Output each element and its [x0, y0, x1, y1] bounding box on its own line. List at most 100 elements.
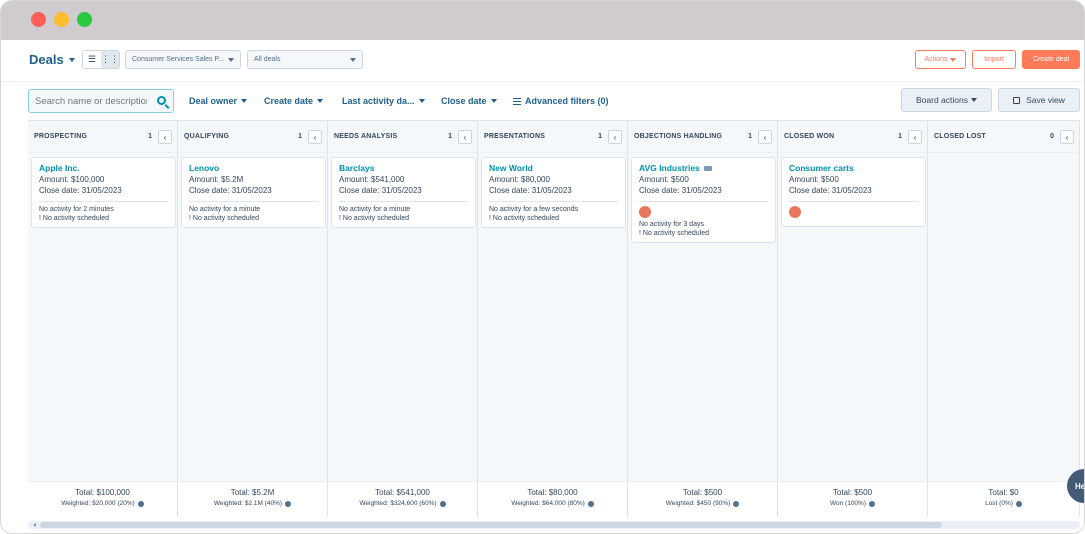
info-icon[interactable]: [587, 500, 594, 507]
column-header: PROSPECTING 1 ‹: [28, 121, 177, 153]
deal-name[interactable]: Consumer carts: [789, 163, 918, 173]
save-view-button[interactable]: Save view: [998, 88, 1080, 112]
scroll-left-icon[interactable]: [33, 523, 36, 527]
deals-title-dropdown[interactable]: Deals: [29, 52, 75, 67]
weighted-text: Weighted: $2.1M (40%): [213, 500, 283, 507]
close-window-button[interactable]: [31, 12, 46, 27]
board-actions-label: Board actions: [916, 95, 968, 105]
import-button[interactable]: Import: [972, 50, 1016, 69]
deal-owner-label: Deal owner: [189, 96, 238, 106]
view-select[interactable]: All deals: [247, 50, 363, 69]
minimize-window-button[interactable]: [54, 12, 69, 27]
column-weighted: Lost (0%): [928, 500, 1079, 507]
column-weighted: Weighted: $450 (90%): [628, 500, 777, 507]
collapse-column-button[interactable]: ‹: [1060, 130, 1074, 144]
actions-button[interactable]: Actions: [915, 50, 966, 69]
deal-amount: Amount: $541,000: [339, 175, 405, 184]
column-weighted: Weighted: $64,000 (80%): [478, 500, 627, 507]
deal-card[interactable]: New World Amount: $80,000 Close date: 31…: [481, 157, 626, 228]
import-label: Import: [984, 56, 1004, 63]
deal-name-text: Lenovo: [189, 163, 220, 173]
deal-name[interactable]: New World: [489, 163, 618, 173]
search-input[interactable]: [35, 95, 147, 107]
owner-avatar[interactable]: [789, 206, 801, 218]
top-bar: Deals ☰ ⋮⋮ Consumer Services Sales P... …: [1, 40, 1084, 82]
deal-card[interactable]: Barclays Amount: $541,000 Close date: 31…: [331, 157, 476, 228]
deal-name[interactable]: AVG Industries: [639, 163, 768, 173]
collapse-column-button[interactable]: ‹: [158, 130, 172, 144]
collapse-column-button[interactable]: ‹: [758, 130, 772, 144]
pipeline-select[interactable]: Consumer Services Sales P...: [125, 50, 241, 69]
deal-card[interactable]: Apple Inc. Amount: $100,000 Close date: …: [31, 157, 176, 228]
deal-name-text: Consumer carts: [789, 163, 854, 173]
chevron-down-icon: [950, 57, 957, 62]
deal-card[interactable]: Lenovo Amount: $5.2M Close date: 31/05/2…: [181, 157, 326, 228]
info-icon[interactable]: [869, 500, 875, 507]
column-name: CLOSED LOST: [934, 133, 986, 140]
collapse-column-button[interactable]: ‹: [458, 130, 472, 144]
stage-column-presentations: PRESENTATIONS 1 ‹ New World Amount: $80,…: [478, 121, 628, 517]
info-icon[interactable]: [137, 500, 144, 507]
deal-close-date: Close date: 31/05/2023: [639, 186, 722, 195]
deal-name[interactable]: Barclays: [339, 163, 468, 173]
owner-avatar[interactable]: [639, 206, 651, 218]
advanced-filters-label: Advanced filters (0): [525, 96, 609, 106]
chevron-down-icon: [418, 99, 425, 103]
deal-card[interactable]: Consumer carts Amount: $500 Close date: …: [781, 157, 926, 227]
deal-owner-filter[interactable]: Deal owner: [189, 96, 248, 106]
create-deal-button[interactable]: Create deal: [1022, 50, 1080, 69]
info-icon[interactable]: [733, 500, 740, 507]
column-count: 0: [1050, 133, 1054, 140]
stage-column-prospecting: PROSPECTING 1 ‹ Apple Inc. Amount: $100,…: [28, 121, 178, 517]
deal-name[interactable]: Apple Inc.: [39, 163, 168, 173]
close-date-filter[interactable]: Close date: [441, 96, 497, 106]
view-toggle: ☰ ⋮⋮: [82, 50, 120, 69]
deal-name-text: New World: [489, 163, 533, 173]
info-icon[interactable]: [439, 500, 446, 507]
column-header: PRESENTATIONS 1 ‹: [478, 121, 627, 153]
deal-amount: Amount: $100,000: [39, 175, 105, 184]
column-name: PROSPECTING: [34, 133, 88, 140]
deal-amount: Amount: $500: [789, 175, 839, 184]
collapse-column-button[interactable]: ‹: [308, 130, 322, 144]
column-count: 1: [598, 133, 602, 140]
collapse-column-button[interactable]: ‹: [908, 130, 922, 144]
column-count: 1: [898, 133, 902, 140]
column-name: QUALIFYING: [184, 133, 230, 140]
column-total: Total: $5.2M: [230, 488, 275, 497]
card-divider: [489, 201, 618, 202]
maximize-window-button[interactable]: [77, 12, 92, 27]
card-divider: [39, 201, 168, 202]
flag-icon: [703, 165, 712, 171]
advanced-filters-button[interactable]: Advanced filters (0): [513, 96, 609, 106]
chevron-down-icon: [350, 57, 356, 62]
deal-close-date: Close date: 31/05/2023: [339, 186, 422, 195]
create-date-filter[interactable]: Create date: [264, 96, 324, 106]
card-divider: [339, 201, 468, 202]
deal-last-activity: No activity for 2 minutes: [39, 206, 114, 213]
collapse-column-button[interactable]: ‹: [608, 130, 622, 144]
column-header: NEEDS ANALYSIS 1 ‹: [328, 121, 477, 153]
column-header: QUALIFYING 1 ‹: [178, 121, 327, 153]
actions-label: Actions: [924, 56, 948, 63]
column-name: NEEDS ANALYSIS: [334, 133, 398, 140]
board-actions-button[interactable]: Board actions: [901, 88, 992, 112]
deal-card[interactable]: AVG Industries Amount: $500 Close date: …: [631, 157, 776, 243]
column-total: Total: $500: [832, 488, 873, 497]
board-view-icon[interactable]: ⋮⋮: [101, 51, 119, 68]
chevron-down-icon: [228, 57, 234, 62]
last-activity-filter[interactable]: Last activity da...: [342, 96, 425, 106]
info-icon[interactable]: [1015, 500, 1022, 507]
deal-name[interactable]: Lenovo: [189, 163, 318, 173]
stage-column-closed-lost: CLOSED LOST 0 ‹ Total: $0 Lost (0%): [928, 121, 1080, 517]
deal-last-activity: No activity for a few seconds: [489, 206, 579, 213]
scrollbar-thumb[interactable]: [40, 522, 942, 528]
search-icon[interactable]: [157, 96, 166, 105]
stage-column-needs-analysis: NEEDS ANALYSIS 1 ‹ Barclays Amount: $541…: [328, 121, 478, 517]
save-icon: [1013, 96, 1021, 104]
horizontal-scrollbar[interactable]: [28, 521, 1080, 529]
list-view-icon[interactable]: ☰: [83, 51, 101, 68]
column-count: 1: [448, 133, 452, 140]
create-deal-label: Create deal: [1032, 56, 1070, 63]
info-icon[interactable]: [285, 500, 292, 507]
